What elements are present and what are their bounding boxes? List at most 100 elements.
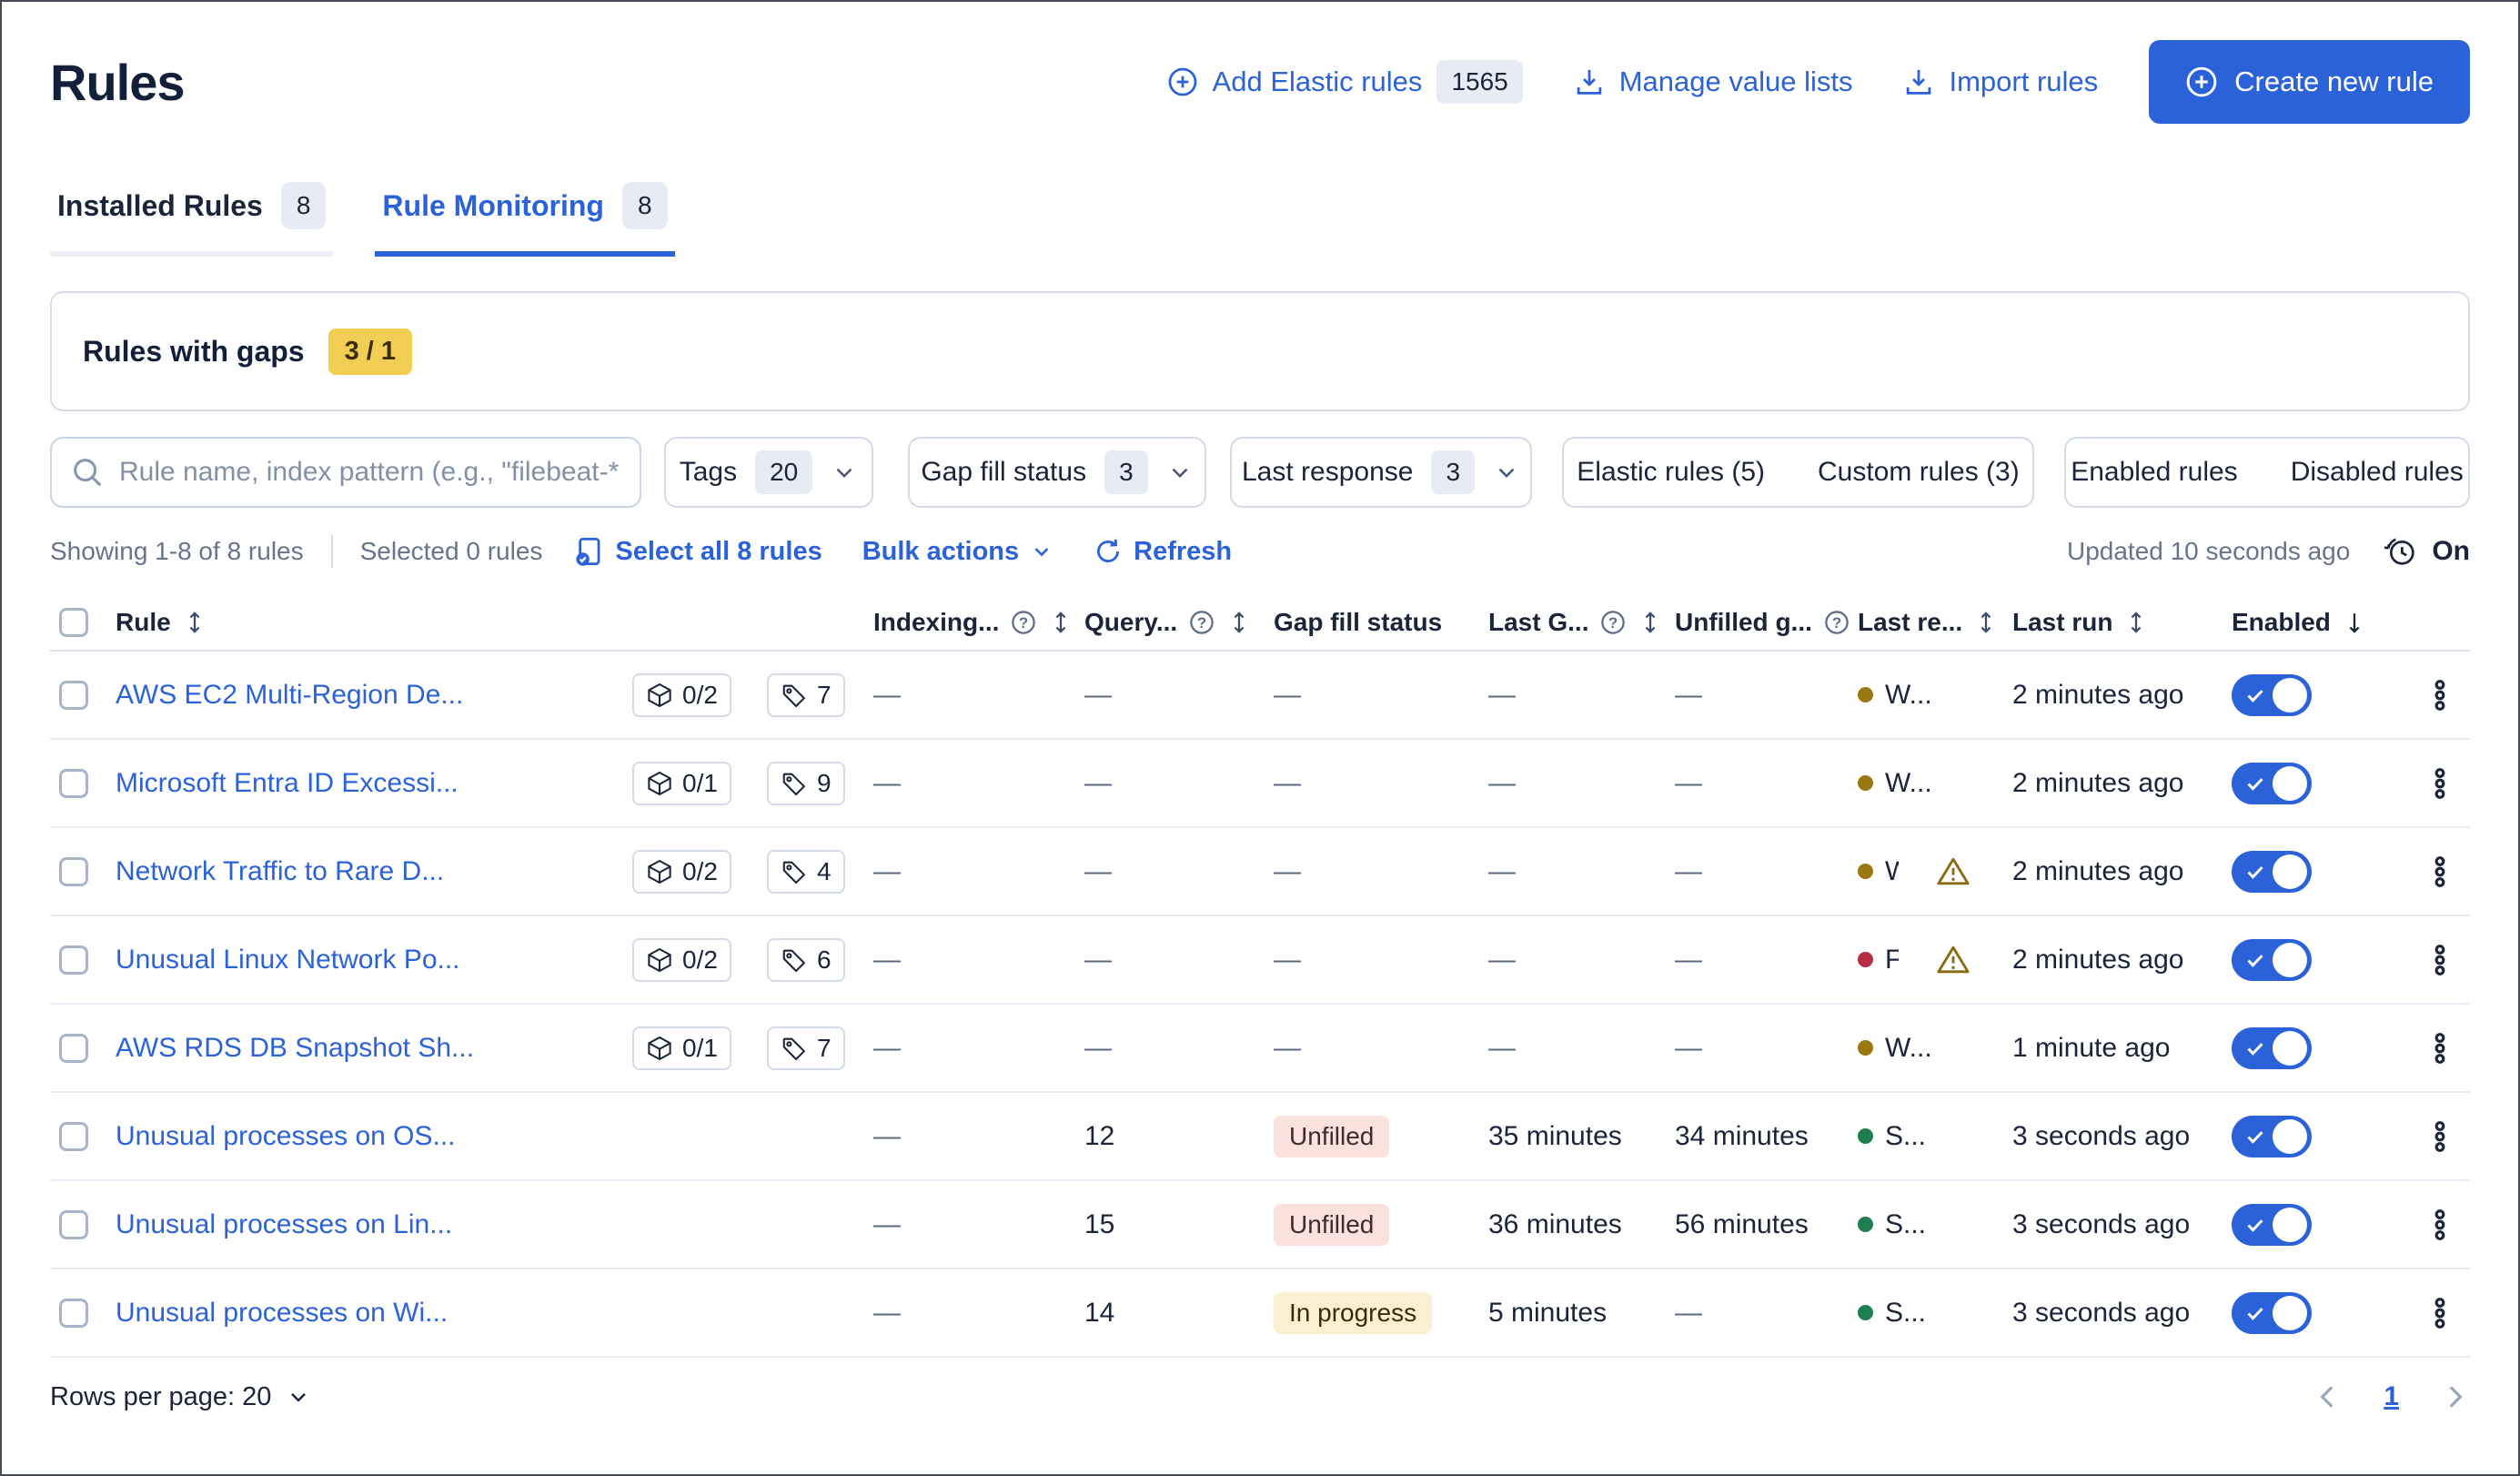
warning-triangle-icon[interactable] — [1936, 943, 1971, 977]
rule-enabled-toggle[interactable] — [2232, 938, 2312, 981]
column-header-indexing[interactable]: Indexing...? — [873, 608, 1084, 637]
enabled-rules-filter[interactable]: Enabled rules — [2071, 457, 2237, 488]
tags-count-badge[interactable]: 7 — [767, 1026, 845, 1070]
column-header-rule[interactable]: Rule — [116, 608, 873, 637]
select-all-checkbox[interactable] — [59, 608, 88, 637]
integrations-badge[interactable]: 0/2 — [632, 937, 731, 982]
rule-enabled-toggle[interactable] — [2232, 762, 2312, 804]
row-checkbox[interactable] — [59, 1298, 88, 1328]
row-checkbox[interactable] — [59, 856, 88, 886]
rule-enabled-toggle[interactable] — [2232, 850, 2312, 893]
page-title: Rules — [50, 53, 185, 111]
tab-rule-monitoring[interactable]: Rule Monitoring 8 — [375, 182, 675, 257]
refresh-button[interactable]: Refresh — [1094, 537, 1232, 567]
row-actions-menu-button[interactable] — [2410, 1208, 2470, 1241]
row-checkbox[interactable] — [59, 945, 88, 975]
last-response-text: W — [1885, 855, 1899, 886]
row-checkbox[interactable] — [59, 1209, 88, 1239]
tags-count-badge[interactable]: 9 — [767, 761, 845, 805]
rule-enabled-toggle[interactable] — [2232, 1291, 2312, 1334]
tags-filter-button[interactable]: Tags 20 — [664, 437, 873, 508]
row-actions-menu-button[interactable] — [2410, 944, 2470, 976]
tags-count-badge[interactable]: 4 — [767, 849, 845, 894]
row-checkbox[interactable] — [59, 1033, 88, 1063]
column-header-last-run[interactable]: Last run — [2012, 608, 2232, 637]
last-response-status: W... — [1858, 680, 1932, 711]
previous-page-button[interactable] — [2313, 1381, 2344, 1412]
row-actions-menu-button[interactable] — [2410, 855, 2470, 888]
tab-installed-rules[interactable]: Installed Rules 8 — [50, 182, 334, 257]
integrations-badge[interactable]: 0/1 — [632, 761, 731, 805]
rule-name-link[interactable]: AWS RDS DB Snapshot Sh... — [116, 1033, 474, 1064]
column-label: Last re... — [1858, 608, 1963, 636]
last-run-value: 2 minutes ago — [2012, 767, 2184, 798]
column-label: Gap fill status — [1274, 608, 1443, 636]
tags-count-badge[interactable]: 6 — [767, 937, 845, 982]
integrations-badge[interactable]: 0/2 — [632, 849, 731, 894]
column-header-query[interactable]: Query...? — [1084, 608, 1274, 637]
help-icon[interactable]: ? — [1599, 609, 1627, 636]
rows-per-page-label: Rows per page: 20 — [50, 1381, 272, 1411]
table-row: AWS EC2 Multi-Region De... 0/2 7 — — — — — W... 2… — [50, 652, 2470, 740]
plus-circle-icon — [1167, 66, 1198, 97]
import-rules-button[interactable]: Import rules — [1903, 66, 2098, 98]
select-all-rules-button[interactable]: Select all 8 rules — [573, 536, 822, 567]
last-response-filter-button[interactable]: Last response 3 — [1230, 437, 1532, 508]
chevron-down-icon — [1166, 459, 1194, 486]
auto-refresh-toggle[interactable]: On — [2383, 533, 2470, 570]
row-checkbox[interactable] — [59, 1121, 88, 1151]
rule-enabled-toggle[interactable] — [2232, 1115, 2312, 1158]
rule-enabled-toggle[interactable] — [2232, 673, 2312, 716]
rule-name-link[interactable]: Unusual processes on Lin... — [116, 1209, 452, 1240]
row-checkbox[interactable] — [59, 768, 88, 798]
bulk-actions-button[interactable]: Bulk actions — [862, 537, 1053, 567]
search-input[interactable] — [117, 456, 621, 489]
row-checkbox[interactable] — [59, 680, 88, 710]
unfilled-gap-value: — — [1675, 1032, 1702, 1063]
query-total: — — [1084, 1032, 1112, 1063]
selected-count-text: Selected 0 rules — [359, 537, 543, 565]
help-icon[interactable]: ? — [1010, 609, 1037, 636]
rule-name-link[interactable]: Unusual processes on OS... — [116, 1121, 456, 1152]
rules-with-gaps-title: Rules with gaps — [83, 334, 305, 368]
column-header-enabled[interactable]: Enabled — [2232, 608, 2410, 637]
integrations-badge[interactable]: 0/2 — [632, 672, 731, 717]
next-page-button[interactable] — [2439, 1381, 2470, 1412]
help-icon[interactable]: ? — [1823, 609, 1850, 636]
integrations-badge[interactable]: 0/1 — [632, 1026, 731, 1070]
manage-value-lists-button[interactable]: Manage value lists — [1574, 66, 1852, 98]
query-total: — — [1084, 767, 1112, 798]
page-number[interactable]: 1 — [2384, 1381, 2399, 1412]
custom-rules-filter[interactable]: Custom rules (3) — [1818, 457, 2020, 488]
search-icon — [70, 455, 105, 490]
row-actions-menu-button[interactable] — [2410, 1120, 2470, 1153]
rule-name-link[interactable]: Unusual processes on Wi... — [116, 1298, 448, 1329]
auto-refresh-label: On — [2432, 536, 2470, 566]
create-new-rule-button[interactable]: Create new rule — [2149, 40, 2470, 124]
tags-count-badge[interactable]: 7 — [767, 672, 845, 717]
column-header-gap-fill-status[interactable]: Gap fill status — [1274, 608, 1488, 637]
column-header-last-re[interactable]: Last re... — [1858, 608, 2012, 637]
gap-fill-status-filter-button[interactable]: Gap fill status 3 — [908, 437, 1206, 508]
row-actions-menu-button[interactable] — [2410, 679, 2470, 712]
rule-enabled-toggle[interactable] — [2232, 1026, 2312, 1069]
last-response-text: W... — [1885, 767, 1932, 798]
row-actions-menu-button[interactable] — [2410, 1032, 2470, 1065]
chevron-down-icon — [1030, 540, 1053, 563]
add-elastic-rules-button[interactable]: Add Elastic rules 1565 — [1167, 60, 1523, 104]
elastic-rules-filter[interactable]: Elastic rules (5) — [1577, 457, 1765, 488]
row-actions-menu-button[interactable] — [2410, 1297, 2470, 1329]
warning-triangle-icon[interactable] — [1936, 854, 1971, 889]
disabled-rules-filter[interactable]: Disabled rules — [2291, 457, 2464, 488]
help-icon[interactable]: ? — [1188, 609, 1215, 636]
column-header-unfilled-g[interactable]: Unfilled g...? — [1675, 608, 1858, 637]
rule-name-link[interactable]: Network Traffic to Rare D... — [116, 856, 444, 887]
tab-installed-rules-count: 8 — [280, 182, 327, 229]
rows-per-page-button[interactable]: Rows per page: 20 — [50, 1382, 311, 1412]
rule-name-link[interactable]: Unusual Linux Network Po... — [116, 945, 460, 976]
rule-name-link[interactable]: AWS EC2 Multi-Region De... — [116, 680, 463, 711]
rule-enabled-toggle[interactable] — [2232, 1203, 2312, 1246]
row-actions-menu-button[interactable] — [2410, 767, 2470, 800]
column-header-last-g[interactable]: Last G...? — [1488, 608, 1675, 637]
rule-name-link[interactable]: Microsoft Entra ID Excessi... — [116, 768, 459, 799]
